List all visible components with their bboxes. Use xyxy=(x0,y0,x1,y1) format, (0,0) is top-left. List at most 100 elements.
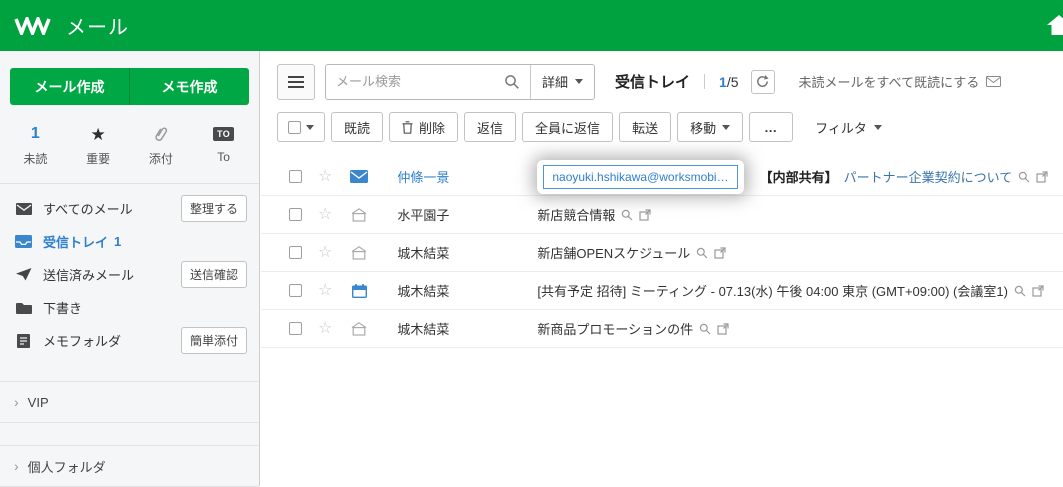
preview-search-icon[interactable] xyxy=(699,323,711,335)
folder-list: すべてのメール 整理する 受信トレイ 1 送信済みメール 送信確認 下書き メモ… xyxy=(0,192,259,357)
preview-search-icon[interactable] xyxy=(621,209,633,221)
more-actions-button[interactable]: … xyxy=(749,112,794,142)
read-mail-icon xyxy=(349,321,369,336)
subject-link[interactable]: 新商品プロモーションの件 xyxy=(537,319,693,338)
quick-filter-attachment[interactable]: 添付 xyxy=(130,123,193,167)
subject-link[interactable]: 新店舗OPENスケジュール xyxy=(537,243,690,262)
open-new-window-icon[interactable] xyxy=(639,208,651,221)
open-new-window-icon[interactable] xyxy=(714,246,726,259)
mail-row[interactable]: ☆ 仲條一景 naoyuki.hshikawa@worksmobi… 【内部共有… xyxy=(261,158,1063,196)
mail-sender[interactable]: 城木結菜 xyxy=(397,243,537,262)
filter-dropdown[interactable]: フィルタ xyxy=(815,118,882,137)
preview-search-icon[interactable] xyxy=(1014,285,1026,297)
refresh-button[interactable] xyxy=(750,69,775,94)
page-current: 1 xyxy=(719,73,727,90)
subject-link[interactable]: [共有予定 招待] ミーティング - 07.13(水) 午後 04:00 東京 … xyxy=(537,281,1008,300)
mail-main: 詳細 受信トレイ 1/5 未読メールをすべて既読にする 既読 削除 返信 全員に… xyxy=(261,51,1063,486)
reply-all-button[interactable]: 全員に返信 xyxy=(522,112,614,142)
open-new-window-icon[interactable] xyxy=(717,322,729,335)
star-toggle-icon[interactable]: ☆ xyxy=(318,320,332,337)
row-checkbox[interactable] xyxy=(289,246,302,259)
sidebar-item-vip[interactable]: › VIP xyxy=(0,381,259,423)
email-address-chip[interactable]: naoyuki.hshikawa@worksmobi… xyxy=(543,164,738,189)
detail-label: 詳細 xyxy=(542,75,569,90)
search-detail-dropdown[interactable]: 詳細 xyxy=(530,64,595,99)
app-title: メール xyxy=(66,17,129,39)
open-new-window-icon[interactable] xyxy=(1032,284,1044,297)
quick-filters: 1 未読 ★ 重要 添付 TO To xyxy=(0,123,259,167)
refresh-icon xyxy=(757,75,769,87)
sidebar-item-all-mail[interactable]: すべてのメール 整理する xyxy=(0,192,259,225)
subject-link[interactable]: 新店競合情報 xyxy=(537,205,615,224)
sidebar-item-memo-folder[interactable]: メモフォルダ 簡単添付 xyxy=(0,324,259,357)
app-header: メール xyxy=(0,0,1063,51)
memo-icon xyxy=(14,333,33,348)
inbox-count-badge: 1 xyxy=(114,234,122,249)
quick-filter-unread[interactable]: 1 未読 xyxy=(4,123,67,167)
list-menu-button[interactable] xyxy=(277,63,315,100)
delete-button[interactable]: 削除 xyxy=(389,112,459,142)
compose-mail-button[interactable]: メール作成 xyxy=(10,68,130,105)
quick-filter-to[interactable]: TO To xyxy=(192,123,255,167)
sidebar-item-personal-folder[interactable]: › 個人フォルダ xyxy=(0,445,259,487)
mail-sender[interactable]: 城木結菜 xyxy=(397,281,537,300)
subject-link[interactable]: パートナー企業契約について xyxy=(844,167,1013,186)
preview-search-icon[interactable] xyxy=(696,247,708,259)
preview-search-icon[interactable] xyxy=(1018,171,1030,183)
toolbar-actions: 既読 削除 返信 全員に返信 転送 移動 … フィルタ xyxy=(277,112,1063,142)
paperclip-icon xyxy=(155,127,168,141)
read-mail-icon xyxy=(349,245,369,260)
sidebar-item-drafts[interactable]: 下書き xyxy=(0,291,259,324)
vip-label: VIP xyxy=(27,394,49,410)
memo-folder-label: メモフォルダ xyxy=(43,334,122,349)
star-toggle-icon[interactable]: ☆ xyxy=(318,206,332,223)
move-dropdown[interactable]: 移動 xyxy=(677,112,744,142)
row-checkbox[interactable] xyxy=(289,208,302,221)
personal-folder-label: 個人フォルダ xyxy=(27,459,106,475)
compose-buttons: メール作成 メモ作成 xyxy=(10,68,249,105)
mail-row[interactable]: ☆ 城木結菜 新店舗OPENスケジュール xyxy=(261,234,1063,272)
reply-button[interactable]: 返信 xyxy=(464,112,517,142)
mail-list: ☆ 仲條一景 naoyuki.hshikawa@worksmobi… 【内部共有… xyxy=(261,158,1063,348)
chevron-right-icon: › xyxy=(14,458,19,474)
mail-sender[interactable]: 水平園子 xyxy=(397,205,537,224)
row-checkbox[interactable] xyxy=(289,170,302,183)
sidebar-item-inbox[interactable]: 受信トレイ 1 xyxy=(0,225,259,258)
attachment-label: 添付 xyxy=(148,152,173,166)
select-all-dropdown[interactable] xyxy=(277,112,325,142)
chevron-down-icon xyxy=(306,124,314,130)
mark-read-button[interactable]: 既読 xyxy=(331,112,384,142)
drafts-label: 下書き xyxy=(43,301,83,316)
quick-filter-important[interactable]: ★ 重要 xyxy=(67,123,130,167)
forward-button[interactable]: 転送 xyxy=(619,112,672,142)
search-input[interactable] xyxy=(326,64,494,99)
chevron-down-icon xyxy=(575,79,584,84)
easy-attach-button[interactable]: 簡単添付 xyxy=(180,327,247,354)
page-total: 5 xyxy=(730,73,739,90)
star-toggle-icon[interactable]: ☆ xyxy=(318,244,332,261)
sent-label: 送信済みメール xyxy=(43,268,135,283)
open-new-window-icon[interactable] xyxy=(1036,170,1048,183)
mail-row[interactable]: ☆ 水平園子 新店競合情報 xyxy=(261,196,1063,234)
row-checkbox[interactable] xyxy=(289,322,302,335)
unread-mail-icon xyxy=(349,170,369,183)
mail-sender[interactable]: 城木結菜 xyxy=(397,319,537,338)
select-all-checkbox[interactable] xyxy=(288,120,301,134)
mail-row[interactable]: ☆ 城木結菜 新商品プロモーションの件 xyxy=(261,310,1063,348)
mark-all-read-link[interactable]: 未読メールをすべて既読にする xyxy=(799,72,1002,91)
works-logo-icon xyxy=(14,16,51,35)
unread-label: 未読 xyxy=(23,152,48,166)
home-icon[interactable] xyxy=(1045,13,1063,42)
star-toggle-icon[interactable]: ☆ xyxy=(318,282,332,299)
organize-button[interactable]: 整理する xyxy=(180,195,247,222)
brand-logo[interactable]: メール xyxy=(14,11,129,40)
sidebar-divider xyxy=(0,183,259,184)
send-confirm-button[interactable]: 送信確認 xyxy=(180,261,247,288)
star-toggle-icon[interactable]: ☆ xyxy=(318,168,332,185)
sidebar-item-sent[interactable]: 送信済みメール 送信確認 xyxy=(0,258,259,291)
search-button[interactable] xyxy=(494,64,530,99)
compose-memo-button[interactable]: メモ作成 xyxy=(130,68,249,105)
row-checkbox[interactable] xyxy=(289,284,302,297)
mail-sender[interactable]: 仲條一景 xyxy=(397,167,537,186)
mail-row[interactable]: ☆ 城木結菜 [共有予定 招待] ミーティング - 07.13(水) 午後 04… xyxy=(261,272,1063,310)
